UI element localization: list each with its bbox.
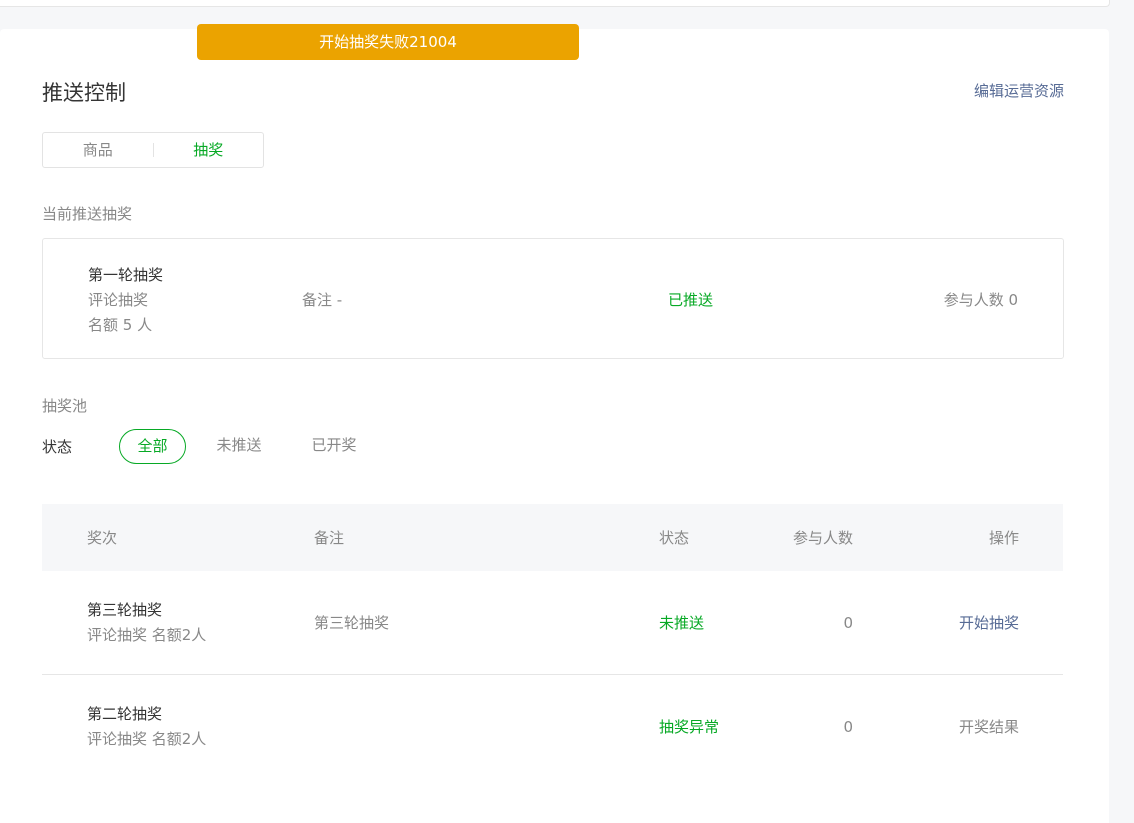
current-section-title: 当前推送抽奖 [42,205,133,223]
status-filter-label: 状态 [42,438,73,456]
row-remark: 第三轮抽奖 [314,614,390,632]
draw-result-button[interactable]: 开奖结果 [959,716,1019,738]
column-status: 状态 [659,529,690,547]
current-lottery-remark: 备注 - [302,291,343,309]
current-lottery-quota: 名额 5 人 [88,316,153,334]
table-row: 第二轮抽奖 评论抽奖 名额2人 抽奖异常 0 开奖结果 [42,675,1063,779]
row-participants: 0 [843,614,853,632]
current-lottery-participants: 参与人数 0 [943,291,1018,309]
type-switcher: 商品 抽奖 [42,132,264,168]
column-participants: 参与人数 [792,529,853,547]
filter-unpushed[interactable]: 未推送 [205,429,273,464]
row-sub: 评论抽奖 名额2人 [87,626,207,644]
column-round: 奖次 [87,529,118,547]
error-toast: 开始抽奖失败21004 [197,24,579,60]
table-header: 奖次 备注 状态 参与人数 操作 [42,504,1063,571]
page-title: 推送控制 [42,81,126,105]
column-action: 操作 [988,529,1019,547]
current-lottery-name: 第一轮抽奖 [88,266,164,284]
row-sub: 评论抽奖 名额2人 [87,730,207,748]
row-participants: 0 [843,718,853,736]
row-name: 第三轮抽奖 [87,601,163,619]
current-lottery-type: 评论抽奖 [88,291,149,309]
tab-goods[interactable]: 商品 [43,133,153,167]
pool-section-title: 抽奖池 [42,397,88,415]
tab-lottery[interactable]: 抽奖 [154,133,264,167]
start-lottery-button[interactable]: 开始抽奖 [959,612,1019,634]
table-row: 第三轮抽奖 评论抽奖 名额2人 第三轮抽奖 未推送 0 开始抽奖 [42,571,1063,675]
current-lottery-status: 已推送 [668,291,714,309]
filter-drawn[interactable]: 已开奖 [300,429,368,464]
filter-all[interactable]: 全部 [119,429,186,464]
row-name: 第二轮抽奖 [87,705,163,723]
row-status: 未推送 [659,614,705,632]
column-remark: 备注 [314,529,345,547]
current-lottery-card: 第一轮抽奖 评论抽奖 名额 5 人 备注 - 已推送 参与人数 0 [42,238,1064,359]
row-status: 抽奖异常 [659,718,720,736]
edit-resources-link[interactable]: 编辑运营资源 [974,80,1064,102]
top-bar [0,0,1110,7]
